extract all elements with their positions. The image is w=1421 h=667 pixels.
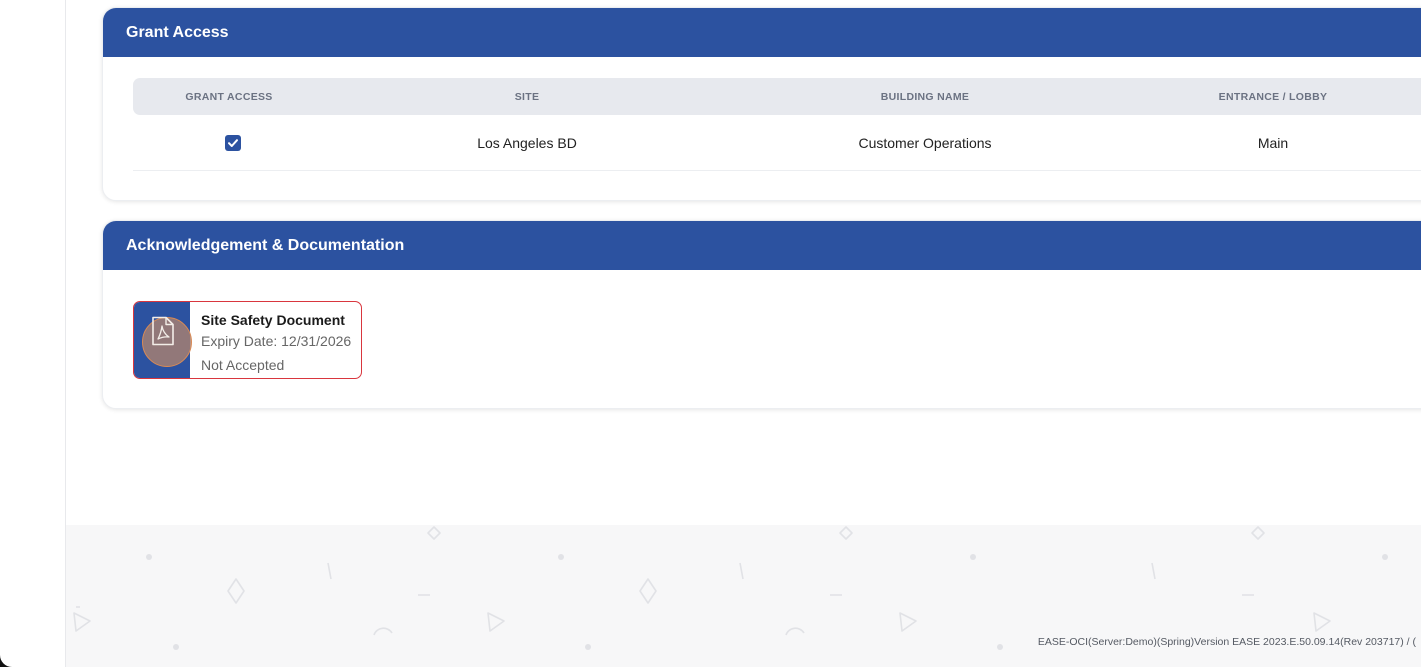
entrance-cell: Main xyxy=(1257,134,1289,151)
app-window: Grant Access GRANT ACCESS SITE BUILDING … xyxy=(0,0,1421,667)
column-header-entrance-lobby: ENTRANCE / LOBBY xyxy=(1218,90,1328,103)
grant-access-checkbox[interactable] xyxy=(225,135,241,152)
version-text: EASE-OCI(Server:Demo)(Spring)Version EAS… xyxy=(1037,636,1416,648)
grant-access-cell xyxy=(133,134,325,152)
grant-access-card: Grant Access GRANT ACCESS SITE BUILDING … xyxy=(102,7,1421,201)
document-tile[interactable]: Site Safety Document Expiry Date: 12/31/… xyxy=(133,301,362,379)
site-cell: Los Angeles BD xyxy=(477,134,577,151)
document-status: Not Accepted xyxy=(201,357,285,373)
table-header: GRANT ACCESS SITE BUILDING NAME ENTRANCE… xyxy=(133,78,1421,115)
acknowledgement-header: Acknowledgement & Documentation xyxy=(103,221,1421,270)
grant-access-header: Grant Access xyxy=(103,8,1421,57)
main-content: Grant Access GRANT ACCESS SITE BUILDING … xyxy=(66,0,1421,667)
column-header-building-name: BUILDING NAME xyxy=(880,90,970,103)
document-expiry: Expiry Date: 12/31/2026 xyxy=(201,333,352,349)
sidebar-corner xyxy=(0,653,14,667)
sidebar xyxy=(0,0,66,667)
building-name-cell: Customer Operations xyxy=(858,134,992,151)
document-title: Site Safety Document xyxy=(201,312,345,328)
check-icon xyxy=(228,139,238,148)
acknowledgement-card: Acknowledgement & Documentation Site Saf… xyxy=(102,220,1421,409)
column-header-site: SITE xyxy=(514,90,540,103)
table-row: Los Angeles BD Customer Operations Main xyxy=(133,115,1421,171)
grant-access-table: GRANT ACCESS SITE BUILDING NAME ENTRANCE… xyxy=(133,78,1421,171)
column-header-grant-access: GRANT ACCESS xyxy=(185,90,273,103)
footer: EASE-OCI(Server:Demo)(Spring)Version EAS… xyxy=(66,525,1421,667)
pdf-icon xyxy=(152,316,174,346)
